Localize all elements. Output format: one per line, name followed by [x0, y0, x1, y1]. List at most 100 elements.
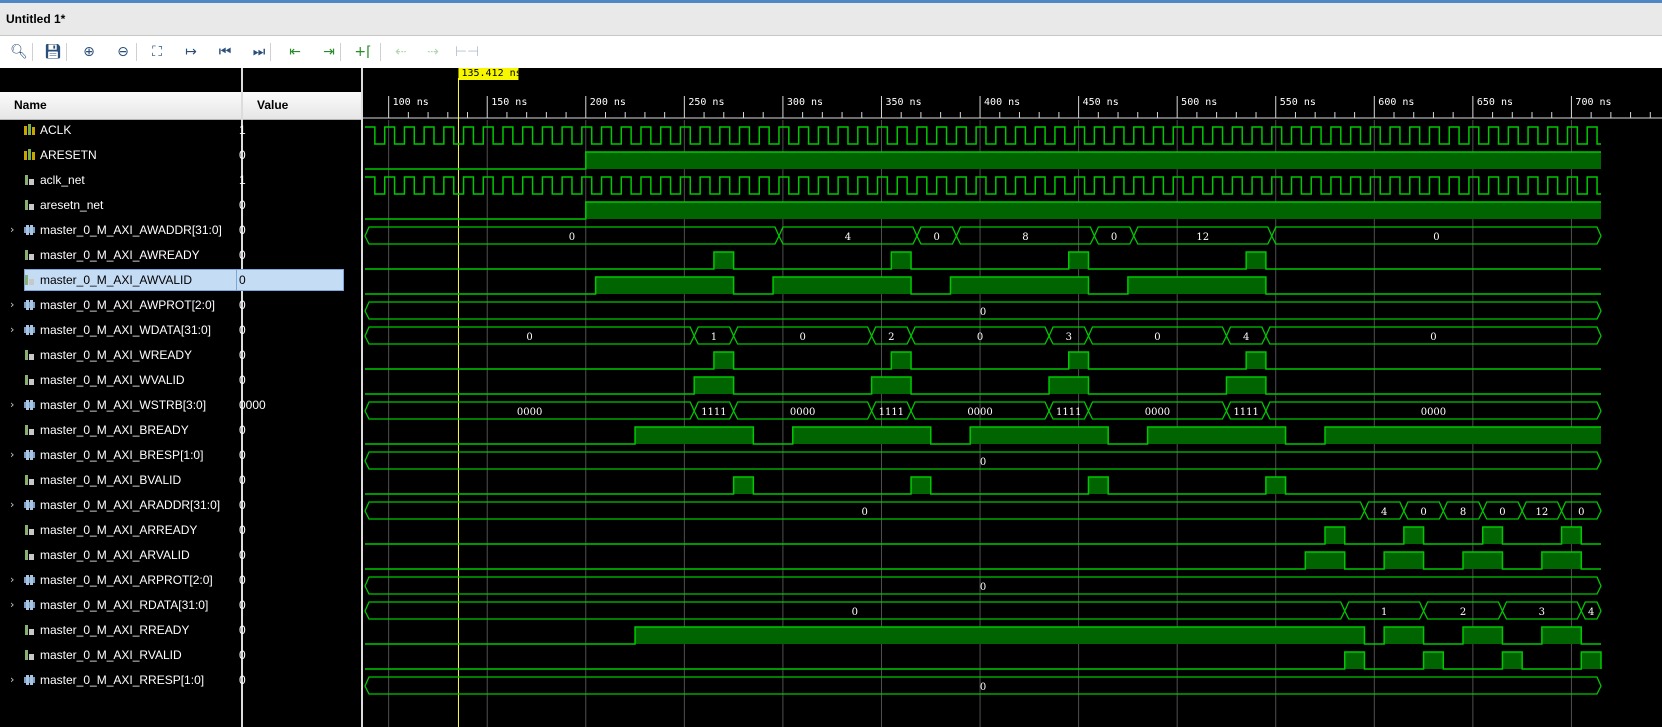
ruler-tick-label: 550 ns: [1280, 97, 1316, 108]
wave-master-0-m-axi-arvalid-high-fill: [1541, 552, 1582, 569]
signal-row-master-0-m-axi-arvalid[interactable]: master_0_M_AXI_ARVALID: [0, 543, 241, 567]
save-icon[interactable]: 💾︎: [42, 41, 64, 63]
value-column-header[interactable]: Value: [243, 92, 361, 120]
signal-value: 0: [239, 273, 246, 287]
signal-row-master-0-m-axi-rresp-1-0[interactable]: › master_0_M_AXI_RRESP[1:0]: [0, 668, 241, 692]
next-transition-icon[interactable]: ⇥: [318, 41, 340, 63]
toolbar-separator: [380, 43, 381, 61]
expand-chevron-icon[interactable]: ›: [10, 323, 14, 336]
signal-row-master-0-m-axi-rdata-31-0[interactable]: › master_0_M_AXI_RDATA[31:0]: [0, 593, 241, 617]
signal-row-master-0-m-axi-rvalid[interactable]: master_0_M_AXI_RVALID: [0, 643, 241, 667]
previous-transition-icon[interactable]: ⇤: [284, 41, 306, 63]
wave-master-0-m-axi-rready-high-fill: [1541, 627, 1582, 644]
expand-chevron-icon[interactable]: ›: [10, 223, 14, 236]
signal-row-master-0-m-axi-awready[interactable]: master_0_M_AXI_AWREADY: [0, 243, 241, 267]
wave-master-0-m-axi-wstrb-3-0-segment-label: 0000: [790, 407, 815, 418]
wave-master-0-m-axi-wready-high-fill: [891, 352, 912, 369]
wave-master-0-m-axi-wstrb-3-0-segment-label: 0000: [1421, 407, 1446, 418]
signal-value: 0: [239, 223, 246, 237]
signal-value: 0: [239, 498, 246, 512]
signal-row-master-0-m-axi-araddr-31-0[interactable]: › master_0_M_AXI_ARADDR[31:0]: [0, 493, 241, 517]
wave-master-0-m-axi-awready-high-fill: [1068, 252, 1089, 269]
signal-row-master-0-m-axi-wdata-31-0[interactable]: › master_0_M_AXI_WDATA[31:0]: [0, 318, 241, 342]
wave-master-0-m-axi-wdata-31-0-segment-label: 4: [1243, 332, 1249, 343]
wave-master-0-m-axi-awvalid-high-fill: [595, 277, 734, 294]
net-icon: [25, 475, 34, 485]
signal-row-master-0-m-axi-arprot-2-0[interactable]: › master_0_M_AXI_ARPROT[2:0]: [0, 568, 241, 592]
go-to-last-time-icon[interactable]: ⏭: [248, 41, 270, 63]
signal-row-master-0-m-axi-awprot-2-0[interactable]: › master_0_M_AXI_AWPROT[2:0]: [0, 293, 241, 317]
signal-row-master-0-m-axi-wready[interactable]: master_0_M_AXI_WREADY: [0, 343, 241, 367]
wave-master-0-m-axi-bvalid-high-fill: [733, 477, 754, 494]
expand-chevron-icon[interactable]: ›: [10, 498, 14, 511]
toolbar-separator: [340, 43, 341, 61]
signal-row-master-0-m-axi-bresp-1-0[interactable]: › master_0_M_AXI_BRESP[1:0]: [0, 443, 241, 467]
signal-row-master-0-m-axi-awvalid[interactable]: master_0_M_AXI_AWVALID: [0, 268, 241, 292]
wave-master-0-m-axi-wready-high-fill: [1246, 352, 1266, 369]
wave-master-0-m-axi-wdata-31-0-segment-label: 0: [977, 332, 983, 343]
wave-master-0-m-axi-awaddr-31-0-segment-label: 4: [845, 232, 851, 243]
signal-row-aresetn-net[interactable]: aresetn_net: [0, 193, 241, 217]
wave-master-0-m-axi-awaddr-31-0-segment-label: 12: [1196, 232, 1209, 243]
bus-icon: [24, 225, 35, 235]
wave-master-0-m-axi-wstrb-3-0-segment-label: 1111: [879, 407, 904, 418]
expand-chevron-icon[interactable]: ›: [10, 298, 14, 311]
expand-chevron-icon[interactable]: ›: [10, 598, 14, 611]
signal-name: master_0_M_AXI_AWADDR[31:0]: [40, 223, 222, 237]
signal-name: master_0_M_AXI_WDATA[31:0]: [40, 323, 211, 337]
signal-row-master-0-m-axi-bvalid[interactable]: master_0_M_AXI_BVALID: [0, 468, 241, 492]
signal-name: master_0_M_AXI_WVALID: [40, 373, 185, 387]
wave-master-0-m-axi-bready-high-fill: [1147, 427, 1286, 444]
waveform-canvas[interactable]: 100 ns 150 ns 200 ns 250 ns 300 ns 350 ns 400 …: [363, 68, 1662, 727]
wave-master-0-m-axi-bready-high-fill: [1325, 427, 1601, 444]
signal-row-aclk[interactable]: ACLK: [0, 118, 241, 142]
signal-value: 0: [239, 473, 246, 487]
wave-master-0-m-axi-rdata-31-0-segment-label: 1: [1381, 607, 1387, 618]
signal-row-master-0-m-axi-arready[interactable]: master_0_M_AXI_ARREADY: [0, 518, 241, 542]
signal-value: 0: [239, 548, 246, 562]
signal-row-master-0-m-axi-rready[interactable]: master_0_M_AXI_RREADY: [0, 618, 241, 642]
go-to-cursor-icon[interactable]: ↦: [180, 41, 202, 63]
wave-master-0-m-axi-wready-high-fill: [713, 352, 734, 369]
signal-name: master_0_M_AXI_RREADY: [40, 623, 190, 637]
zoom-out-icon[interactable]: ⊖: [112, 41, 134, 63]
expand-chevron-icon[interactable]: ›: [10, 673, 14, 686]
expand-chevron-icon[interactable]: ›: [10, 448, 14, 461]
wave-master-0-m-axi-wstrb-3-0-segment-label: 0000: [967, 407, 992, 418]
ruler-tick-label: 450 ns: [1083, 97, 1119, 108]
wave-master-0-m-axi-arprot-2-0-segment-label: 0: [980, 582, 986, 593]
expand-chevron-icon[interactable]: ›: [10, 573, 14, 586]
signal-value: 0: [239, 248, 246, 262]
wave-master-0-m-axi-araddr-31-0-segment-label: 4: [1381, 507, 1387, 518]
wave-master-0-m-axi-rdata-31-0-segment-label: 4: [1588, 607, 1594, 618]
signal-row-aclk-net[interactable]: aclk_net: [0, 168, 241, 192]
go-to-time-zero-icon[interactable]: ⏮: [214, 41, 236, 63]
wave-master-0-m-axi-rvalid-high-fill: [1344, 652, 1365, 669]
wave-master-0-m-axi-bvalid-high-fill: [1088, 477, 1109, 494]
signal-row-master-0-m-axi-awaddr-31-0[interactable]: › master_0_M_AXI_AWADDR[31:0]: [0, 218, 241, 242]
signal-row-master-0-m-axi-bready[interactable]: master_0_M_AXI_BREADY: [0, 418, 241, 442]
name-column-header[interactable]: Name: [0, 92, 241, 120]
search-icon[interactable]: 🔍︎: [8, 41, 30, 63]
wave-master-0-m-axi-wdata-31-0-segment-label: 1: [711, 332, 717, 343]
signal-name: master_0_M_AXI_ARADDR[31:0]: [40, 498, 221, 512]
signal-row-master-0-m-axi-wstrb-3-0[interactable]: › master_0_M_AXI_WSTRB[3:0]: [0, 393, 241, 417]
signal-value: 1: [239, 173, 246, 187]
wave-master-0-m-axi-rvalid-high-fill: [1423, 652, 1444, 669]
wave-master-0-m-axi-wdata-31-0-segment-label: 0: [1154, 332, 1160, 343]
add-marker-icon[interactable]: +⌈: [352, 41, 374, 63]
wave-master-0-m-axi-wdata-31-0-segment-label: 0: [526, 332, 532, 343]
signal-name: master_0_M_AXI_RDATA[31:0]: [40, 598, 209, 612]
swap-cursors-icon: ⊢⊣: [454, 44, 480, 60]
signal-row-aresetn[interactable]: ARESETN: [0, 143, 241, 167]
zoom-fit-icon[interactable]: ⛶: [146, 41, 168, 63]
ruler-tick-label: 650 ns: [1477, 97, 1513, 108]
wave-master-0-m-axi-wvalid-high-fill: [694, 377, 734, 394]
title-bar: Untitled 1*: [0, 0, 1662, 36]
signal-value: 0: [239, 648, 246, 662]
signal-row-master-0-m-axi-wvalid[interactable]: master_0_M_AXI_WVALID: [0, 368, 241, 392]
expand-chevron-icon[interactable]: ›: [10, 398, 14, 411]
net-icon: [25, 375, 34, 385]
signal-value: 1: [239, 123, 246, 137]
zoom-in-icon[interactable]: ⊕: [78, 41, 100, 63]
